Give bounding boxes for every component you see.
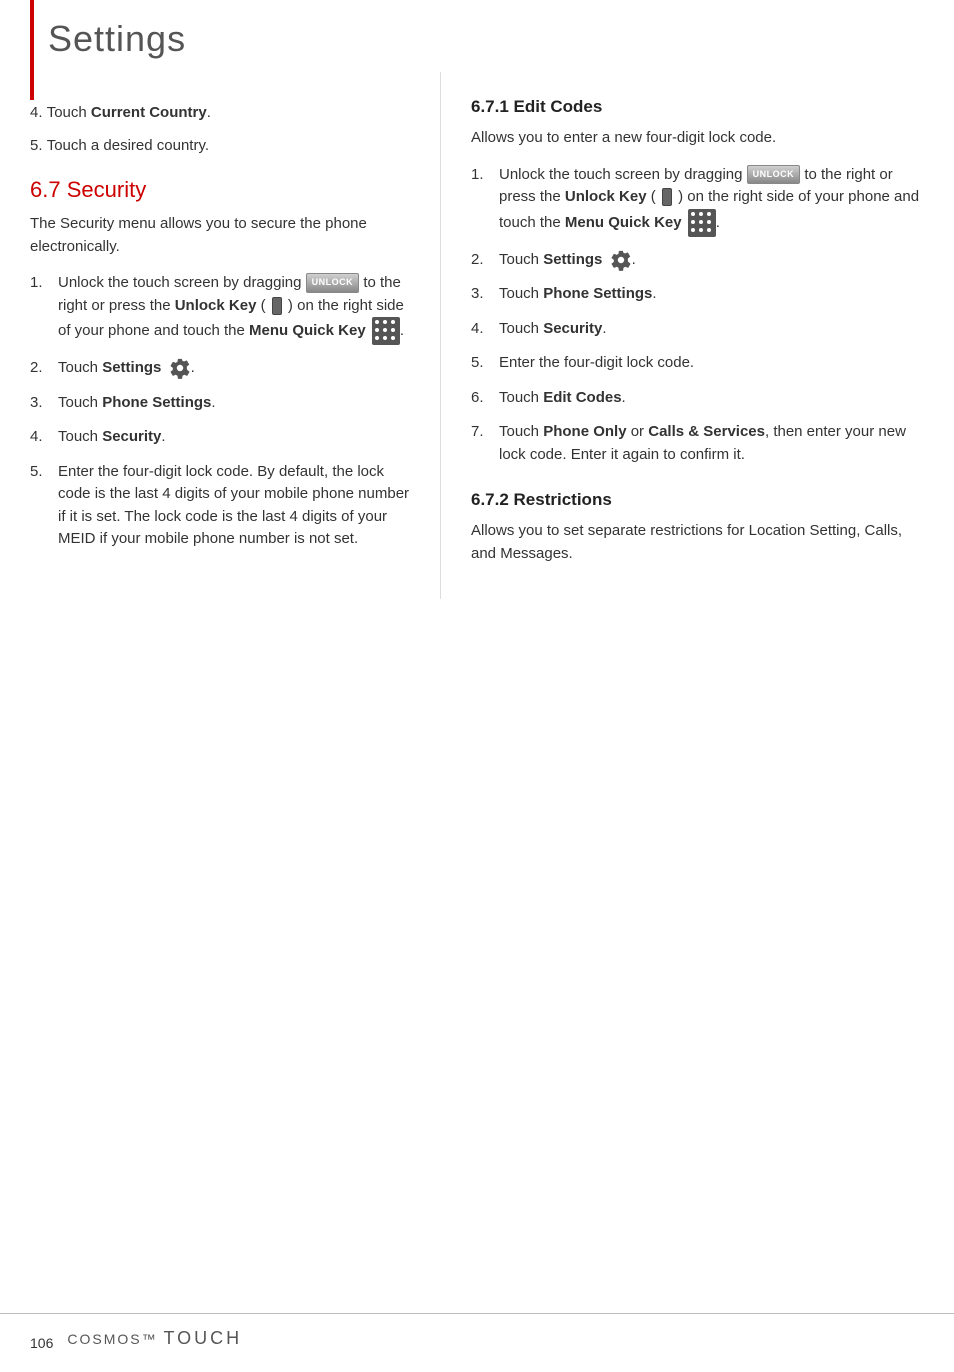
step-7-right: 7. Touch Phone Only or Calls & Services,…	[471, 421, 924, 466]
step-4-left: 4. Touch Security.	[30, 426, 410, 449]
step-5-left: 5. Enter the four-digit lock code. By de…	[30, 461, 410, 551]
section-heading-67: 6.7 Security	[30, 177, 410, 203]
step-content: Unlock the touch screen by dragging UNLO…	[499, 164, 924, 237]
step-num: 4.	[471, 318, 499, 341]
left-accent-bar	[30, 0, 34, 100]
unlock-btn-icon: UNLOCK	[306, 273, 360, 293]
content-area: 4. Touch Current Country. 5. Touch a des…	[0, 72, 954, 599]
step-content: Unlock the touch screen by dragging UNLO…	[58, 272, 410, 345]
settings-gear-icon-right	[610, 249, 632, 271]
step-content: Touch Phone Settings.	[499, 283, 924, 306]
step-num: 7.	[471, 421, 499, 444]
step-content: Touch Phone Settings.	[58, 392, 410, 415]
step-num: 3.	[30, 392, 58, 415]
unlock-key-icon	[662, 188, 672, 206]
step-content: Touch Edit Codes.	[499, 387, 924, 410]
top-list: 4. Touch Current Country. 5. Touch a des…	[30, 92, 410, 157]
unlock-key-icon	[272, 297, 282, 315]
menu-quick-key-icon	[372, 317, 400, 345]
step-content: Touch Settings .	[58, 357, 410, 380]
step-content: Touch Phone Only or Calls & Services, th…	[499, 421, 924, 466]
subsection-heading-671: 6.7.1 Edit Codes	[471, 97, 924, 117]
right-column: 6.7.1 Edit Codes Allows you to enter a n…	[440, 72, 924, 599]
subsection-671-intro: Allows you to enter a new four-digit loc…	[471, 127, 924, 150]
page-footer: 106 COSMOS™ TOUCH	[0, 1313, 954, 1372]
step-content: Touch Security.	[58, 426, 410, 449]
page-header: Settings	[0, 0, 954, 72]
step-5-right: 5. Enter the four-digit lock code.	[471, 352, 924, 375]
step-6-right: 6. Touch Edit Codes.	[471, 387, 924, 410]
step-2-right: 2. Touch Settings .	[471, 249, 924, 272]
step-content: Touch Security.	[499, 318, 924, 341]
step-4-right: 4. Touch Security.	[471, 318, 924, 341]
step-content: Enter the four-digit lock code. By defau…	[58, 461, 410, 551]
page-title: Settings	[48, 18, 924, 60]
left-column: 4. Touch Current Country. 5. Touch a des…	[30, 72, 410, 599]
list-item: 5. Touch a desired country.	[30, 135, 410, 158]
step-num: 1.	[471, 164, 499, 187]
step-num: 2.	[30, 357, 58, 380]
subsection-heading-672: 6.7.2 Restrictions	[471, 490, 924, 510]
page-container: Settings 4. Touch Current Country. 5. To…	[0, 0, 954, 1372]
list-num: 4.	[30, 104, 47, 121]
step-3-left: 3. Touch Phone Settings.	[30, 392, 410, 415]
step-1-right: 1. Unlock the touch screen by dragging U…	[471, 164, 924, 237]
footer-page-number: 106	[30, 1335, 53, 1351]
unlock-btn-icon: UNLOCK	[747, 165, 801, 185]
step-1-left: 1. Unlock the touch screen by dragging U…	[30, 272, 410, 345]
step-num: 3.	[471, 283, 499, 306]
step-num: 4.	[30, 426, 58, 449]
step-num: 1.	[30, 272, 58, 295]
subsection-672-intro: Allows you to set separate restrictions …	[471, 520, 924, 565]
list-item: 4. Touch Current Country.	[30, 102, 410, 125]
step-content: Touch Settings .	[499, 249, 924, 272]
menu-quick-key-icon	[688, 209, 716, 237]
section-intro: The Security menu allows you to secure t…	[30, 213, 410, 258]
settings-gear-icon	[169, 357, 191, 379]
list-num: 5.	[30, 137, 47, 154]
step-content: Enter the four-digit lock code.	[499, 352, 924, 375]
step-2-left: 2. Touch Settings .	[30, 357, 410, 380]
step-num: 5.	[30, 461, 58, 484]
step-3-right: 3. Touch Phone Settings.	[471, 283, 924, 306]
step-num: 2.	[471, 249, 499, 272]
footer-brand: COSMOS™ TOUCH	[67, 1328, 242, 1358]
step-num: 5.	[471, 352, 499, 375]
step-num: 6.	[471, 387, 499, 410]
